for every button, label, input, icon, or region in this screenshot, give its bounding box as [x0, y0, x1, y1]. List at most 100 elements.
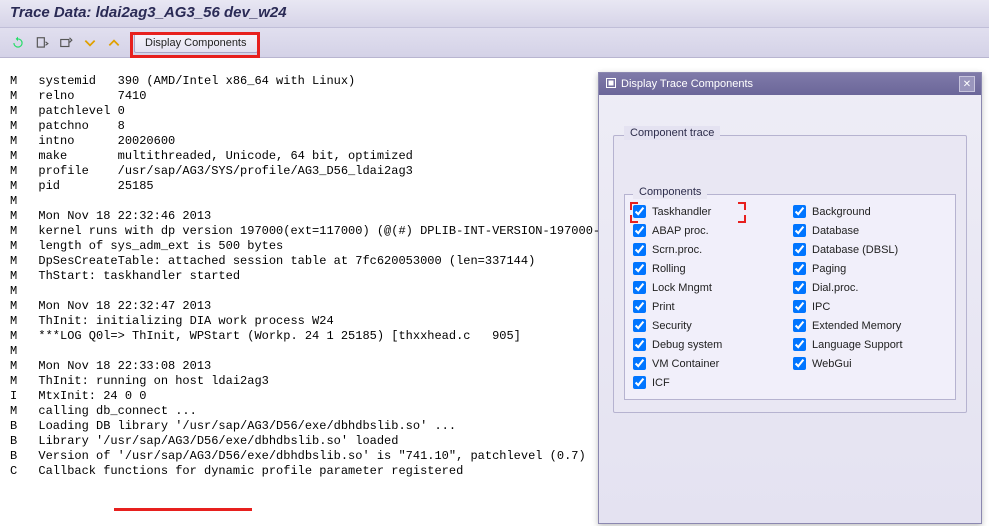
- trace-tag: M: [10, 254, 24, 269]
- component-checkbox[interactable]: [793, 376, 947, 389]
- trace-tag: M: [10, 164, 24, 179]
- checkbox-label: Lock Mngmt: [652, 282, 712, 294]
- checkbox-input[interactable]: [633, 376, 646, 389]
- component-checkbox[interactable]: Database: [793, 224, 947, 237]
- trace-text: DpSesCreateTable: attached session table…: [24, 254, 535, 269]
- checkbox-input[interactable]: [633, 262, 646, 275]
- trace-text: ThStart: taskhandler started: [24, 269, 240, 284]
- window-title: Trace Data: ldai2ag3_AG3_56 dev_w24: [0, 0, 989, 28]
- trace-tag: M: [10, 224, 24, 239]
- trace-tag: M: [10, 119, 24, 134]
- display-components-button[interactable]: Display Components: [134, 33, 258, 53]
- trace-text: [24, 284, 38, 299]
- checkbox-label: Paging: [812, 263, 846, 275]
- checkbox-input[interactable]: [793, 281, 806, 294]
- component-checkbox[interactable]: Rolling: [633, 262, 787, 275]
- trace-text: Version of '/usr/sap/AG3/D56/exe/dbhdbsl…: [24, 449, 586, 464]
- trace-components-dialog: Display Trace Components ✕ Component tra…: [598, 72, 982, 524]
- component-checkbox[interactable]: Security: [633, 319, 787, 332]
- checkbox-label: Language Support: [812, 339, 903, 351]
- trace-tag: M: [10, 404, 24, 419]
- component-checkbox[interactable]: WebGui: [793, 357, 947, 370]
- checkbox-input[interactable]: [633, 357, 646, 370]
- trace-text: Library '/usr/sap/AG3/D56/exe/dbhdbslib.…: [24, 434, 398, 449]
- component-checkbox[interactable]: VM Container: [633, 357, 787, 370]
- trace-tag: M: [10, 149, 24, 164]
- checkbox-label: Database (DBSL): [812, 244, 898, 256]
- up-chevron-icon[interactable]: [104, 33, 124, 53]
- component-trace-legend: Component trace: [624, 126, 720, 140]
- trace-tag: M: [10, 194, 24, 209]
- checkbox-input[interactable]: [633, 338, 646, 351]
- component-checkbox[interactable]: Background: [793, 205, 947, 218]
- checkbox-label: Dial.proc.: [812, 282, 858, 294]
- checkbox-input[interactable]: [793, 262, 806, 275]
- checkbox-input[interactable]: [793, 338, 806, 351]
- trace-tag: C: [10, 464, 24, 479]
- checkbox-input[interactable]: [793, 243, 806, 256]
- checkbox-input[interactable]: [633, 319, 646, 332]
- checkbox-input[interactable]: [793, 205, 806, 218]
- component-checkbox[interactable]: Debug system: [633, 338, 787, 351]
- trace-tag: M: [10, 269, 24, 284]
- component-checkbox[interactable]: Database (DBSL): [793, 243, 947, 256]
- dialog-close-button[interactable]: ✕: [959, 76, 975, 92]
- component-checkbox[interactable]: IPC: [793, 300, 947, 313]
- trace-tag: M: [10, 374, 24, 389]
- checkbox-label: ICF: [652, 377, 670, 389]
- toolbar: Display Components: [0, 28, 989, 58]
- trace-tag: M: [10, 239, 24, 254]
- trace-tag: B: [10, 449, 24, 464]
- checkbox-input[interactable]: [633, 224, 646, 237]
- checkbox-input[interactable]: [793, 357, 806, 370]
- component-checkbox[interactable]: ABAP proc.: [633, 224, 787, 237]
- components-group: Components TaskhandlerBackgroundABAP pro…: [624, 194, 956, 400]
- component-checkbox[interactable]: ICF: [633, 376, 787, 389]
- components-grid: Taskhandler Background ABAP proc. Database S…: [633, 205, 947, 389]
- trace-tag: M: [10, 314, 24, 329]
- trace-text: profile /usr/sap/AG3/SYS/profile/AG3_D56…: [24, 164, 413, 179]
- component-checkbox[interactable]: Paging: [793, 262, 947, 275]
- dialog-title-text: Display Trace Components: [621, 78, 753, 90]
- trace-text: length of sys_adm_ext is 500 bytes: [24, 239, 283, 254]
- checkbox-input[interactable]: [633, 300, 646, 313]
- checkbox-input[interactable]: [793, 300, 806, 313]
- down-chevron-icon[interactable]: [80, 33, 100, 53]
- component-checkbox[interactable]: Taskhandler: [633, 205, 787, 218]
- component-checkbox[interactable]: Language Support: [793, 338, 947, 351]
- trace-tag: M: [10, 104, 24, 119]
- trace-tag: M: [10, 134, 24, 149]
- checkbox-input[interactable]: [793, 224, 806, 237]
- component-checkbox[interactable]: Lock Mngmt: [633, 281, 787, 294]
- trace-text: ***LOG Q0l=> ThInit, WPStart (Workp. 24 …: [24, 329, 521, 344]
- component-checkbox[interactable]: Extended Memory: [793, 319, 947, 332]
- component-checkbox[interactable]: Print: [633, 300, 787, 313]
- trace-tag: M: [10, 344, 24, 359]
- trace-text: MtxInit: 24 0 0: [24, 389, 146, 404]
- refresh-icon[interactable]: [8, 33, 28, 53]
- checkbox-input[interactable]: [633, 281, 646, 294]
- checkbox-input[interactable]: [793, 319, 806, 332]
- trace-tag: M: [10, 89, 24, 104]
- checkbox-label: Database: [812, 225, 859, 237]
- checkbox-label: WebGui: [812, 358, 852, 370]
- trace-text: [24, 344, 38, 359]
- checkbox-label: Extended Memory: [812, 320, 901, 332]
- trace-tag: M: [10, 209, 24, 224]
- trace-text: pid 25185: [24, 179, 154, 194]
- trace-text: make multithreaded, Unicode, 64 bit, opt…: [24, 149, 413, 164]
- component-checkbox[interactable]: Scrn.proc.: [633, 243, 787, 256]
- component-checkbox[interactable]: Dial.proc.: [793, 281, 947, 294]
- checkbox-label: Taskhandler: [652, 206, 711, 218]
- browse-icon[interactable]: [56, 33, 76, 53]
- document-arrow-icon[interactable]: [32, 33, 52, 53]
- checkbox-input[interactable]: [633, 205, 646, 218]
- components-legend: Components: [633, 185, 707, 199]
- trace-text: [24, 194, 38, 209]
- trace-text: relno 7410: [24, 89, 146, 104]
- trace-text: Mon Nov 18 22:33:08 2013: [24, 359, 211, 374]
- dialog-title-icon: [605, 77, 617, 92]
- trace-tag: M: [10, 299, 24, 314]
- checkbox-input[interactable]: [633, 243, 646, 256]
- trace-text: calling db_connect ...: [24, 404, 197, 419]
